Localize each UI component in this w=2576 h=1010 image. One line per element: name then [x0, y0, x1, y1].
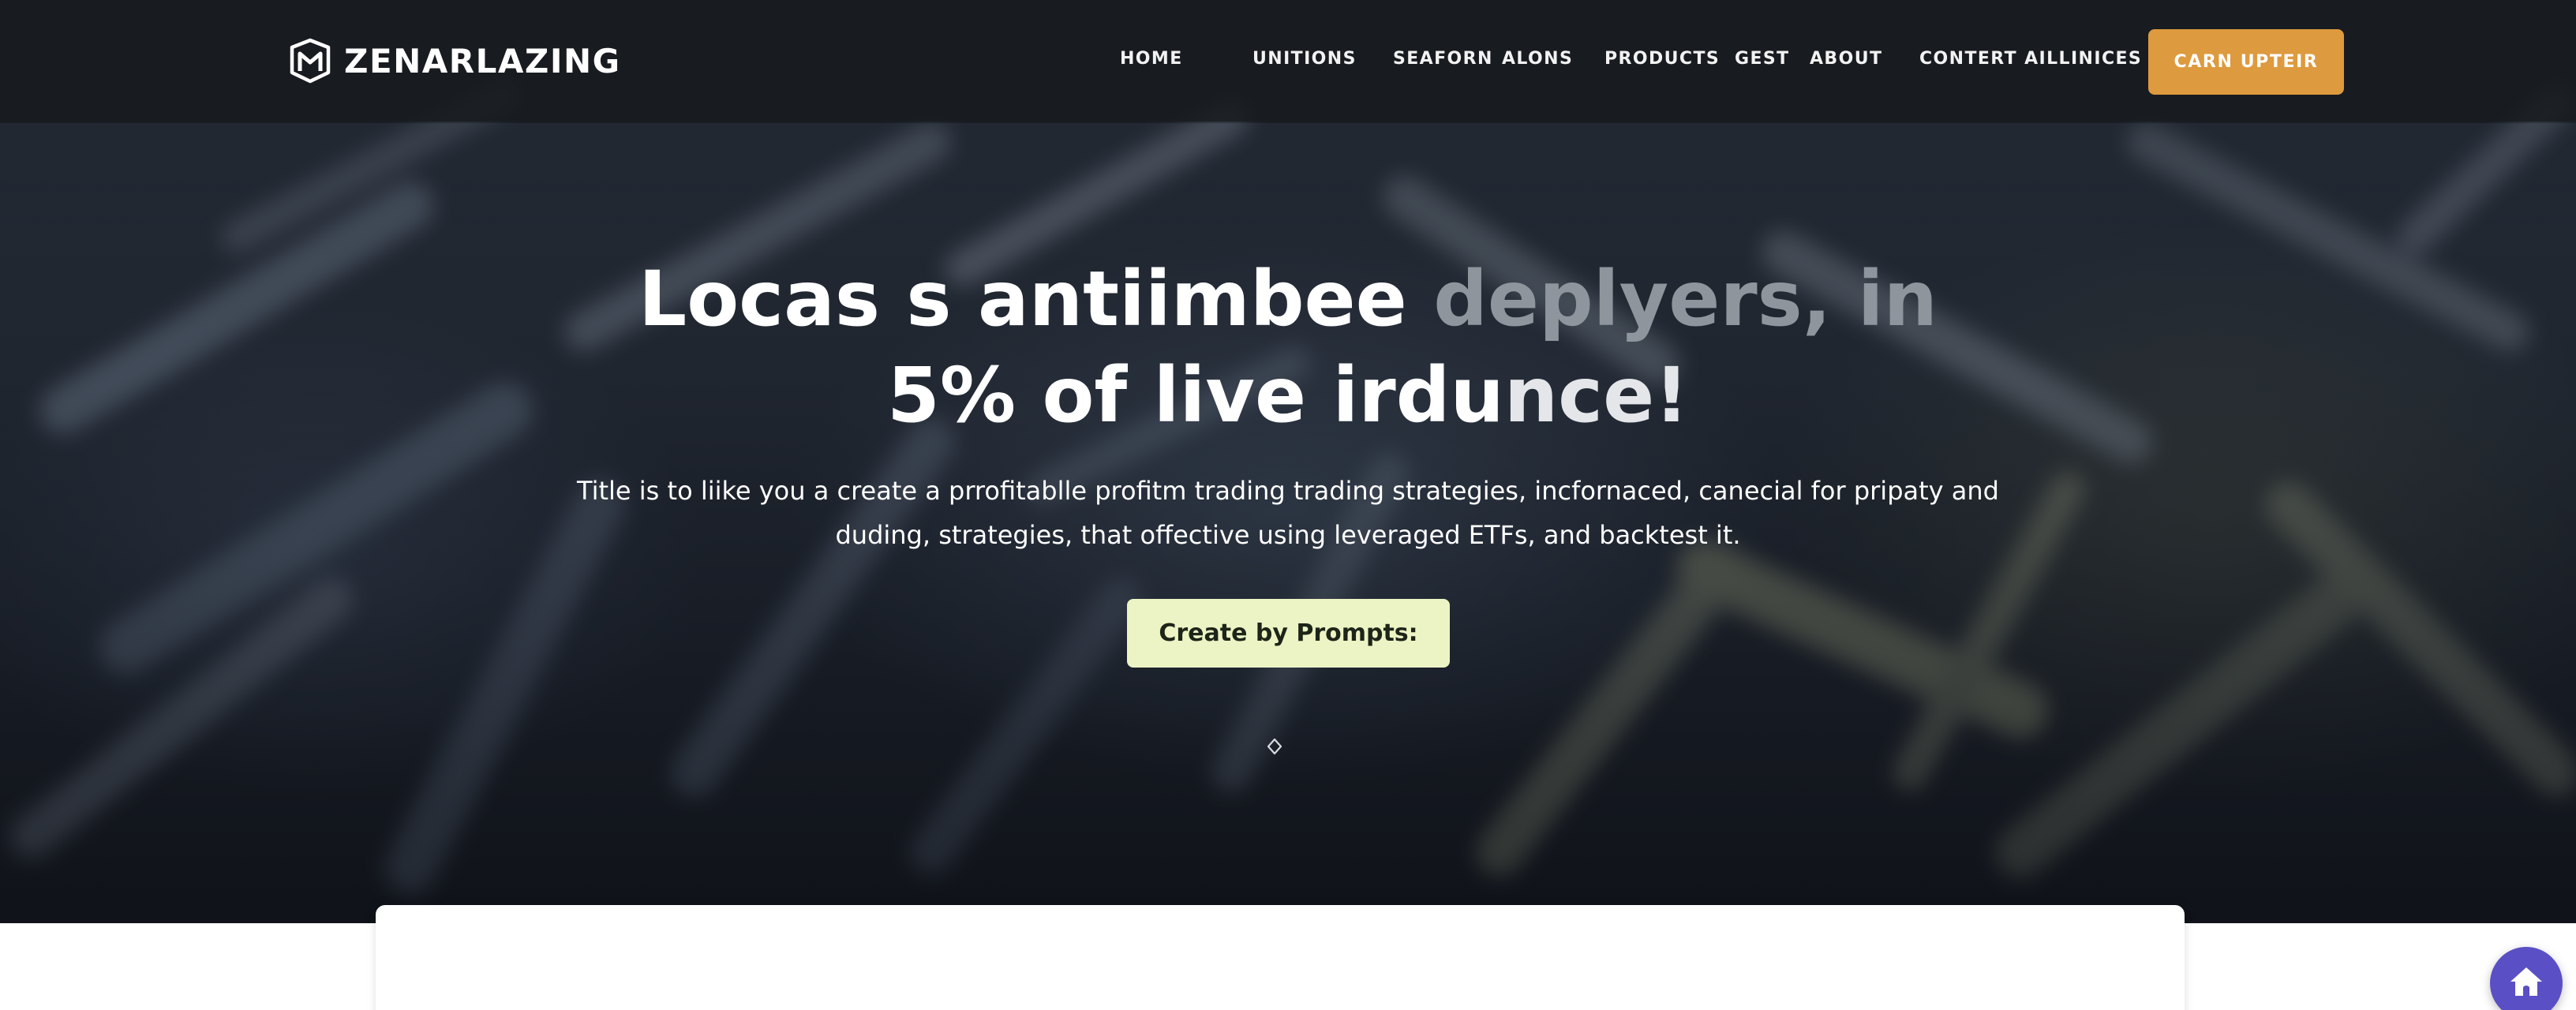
home-icon — [2510, 967, 2542, 996]
headline-line1: Locas s antiimbee deplyers, in — [638, 255, 1938, 343]
nav-item-products[interactable]: PRODUCTS — [1604, 49, 1720, 69]
create-by-prompts-button[interactable]: Create by Prompts: — [1127, 599, 1450, 668]
shield-m-logo-icon — [290, 38, 331, 84]
nav-item-gest[interactable]: GEST — [1735, 49, 1790, 69]
diamond-scroll-icon[interactable] — [1266, 738, 1283, 755]
nav-item-contert-aillinices[interactable]: CONTERT AILLINICES — [1919, 49, 2142, 69]
hero-headline: Locas s antiimbee deplyers, in 5% of liv… — [0, 251, 2576, 443]
headline-text-dim: deplyers, in — [1433, 255, 1938, 343]
hero-subtext: Title is to liike you a create a prrofit… — [577, 476, 1999, 550]
nav-item-home[interactable]: HOME — [1120, 49, 1183, 69]
content-card — [376, 905, 2185, 1010]
nav-item-alons[interactable]: ALONS — [1502, 49, 1573, 69]
top-navbar: ZENARLAZING HOME UNITIONS SEAFORN ALONS … — [0, 0, 2576, 122]
brand-logo[interactable]: ZENARLAZING — [287, 36, 621, 85]
headline-text-bright-2: 5% of live irdu — [887, 351, 1504, 440]
nav-item-unitions[interactable]: UNITIONS — [1252, 49, 1357, 69]
headline-text-bright: Locas s antiimbee — [638, 255, 1434, 343]
nav-cta-button[interactable]: CARN UPTEIR — [2148, 29, 2344, 95]
brand-name: ZENARLAZING — [344, 41, 621, 80]
hero-background — [0, 0, 2576, 923]
headline-text-dim-2: nce! — [1503, 351, 1689, 440]
headline-line2: 5% of live irdunce! — [0, 347, 2576, 443]
hero-overlay — [0, 0, 2576, 923]
nav-item-about[interactable]: ABOUT — [1810, 49, 1882, 69]
landing-page: ZENARLAZING HOME UNITIONS SEAFORN ALONS … — [0, 0, 2576, 1010]
nav-item-seaforn[interactable]: SEAFORN — [1393, 49, 1493, 69]
